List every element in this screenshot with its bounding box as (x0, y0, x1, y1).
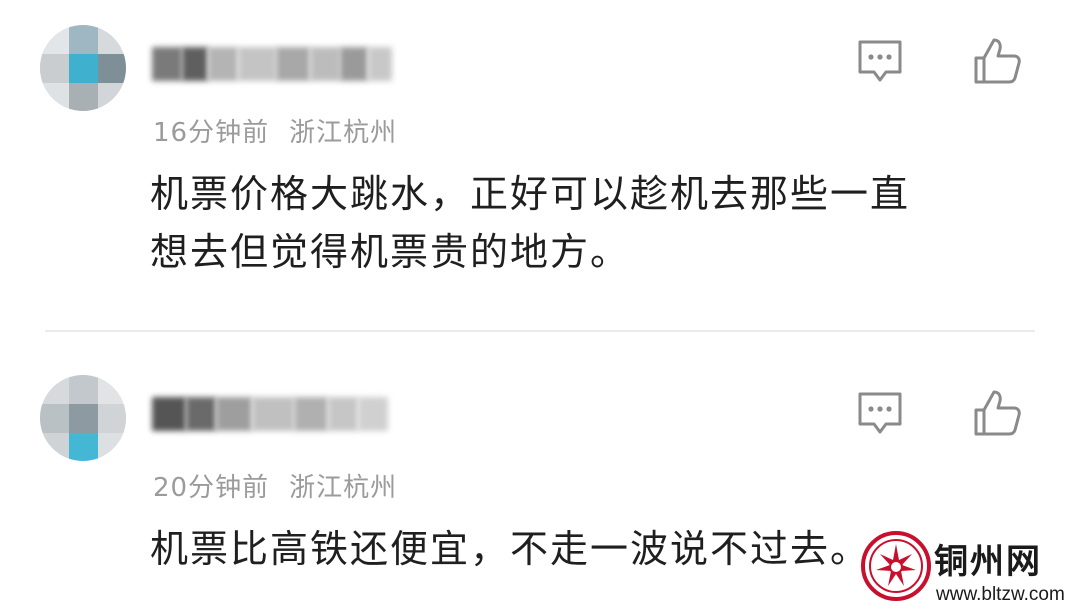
comment-meta: 20分钟前 浙江杭州 (153, 467, 397, 504)
comment-bubble-icon (858, 392, 902, 434)
avatar[interactable] (40, 25, 126, 111)
comment-bubble-icon (858, 40, 902, 82)
comment-location: 浙江杭州 (289, 118, 398, 148)
thumbs-up-icon (974, 390, 1021, 436)
like-button[interactable] (972, 388, 1024, 440)
site-watermark: 铜州网 www.bltzw.com (860, 530, 1075, 610)
watermark-url: www.bltzw.com (936, 584, 1065, 605)
comment-time: 16分钟前 (153, 118, 270, 148)
comment-location: 浙江杭州 (289, 473, 398, 503)
thumbs-up-icon (974, 38, 1021, 84)
comment-reply-icon[interactable] (854, 388, 906, 440)
comment-text-line: 想去但觉得机票贵的地方。 (150, 230, 631, 274)
username[interactable] (152, 393, 407, 435)
like-button[interactable] (972, 36, 1024, 88)
comment-text-line: 机票价格大跳水，正好可以趁机去那些一直 (150, 172, 911, 216)
comment-meta: 16分钟前 浙江杭州 (153, 112, 397, 149)
comment-time: 20分钟前 (153, 473, 270, 503)
comment-item-1: 16分钟前 浙江杭州 机票价格大跳水，正好可以趁机去那些一直 想去但觉得机票贵的地… (0, 0, 1080, 330)
site-logo-icon (861, 531, 931, 601)
divider (45, 330, 1035, 332)
comment-text: 机票价格大跳水，正好可以趁机去那些一直 想去但觉得机票贵的地方。 (150, 165, 1030, 281)
comment-reply-icon[interactable] (854, 36, 906, 88)
username[interactable] (152, 43, 407, 85)
watermark-title: 铜州网 (934, 542, 1042, 582)
avatar[interactable] (40, 375, 126, 461)
